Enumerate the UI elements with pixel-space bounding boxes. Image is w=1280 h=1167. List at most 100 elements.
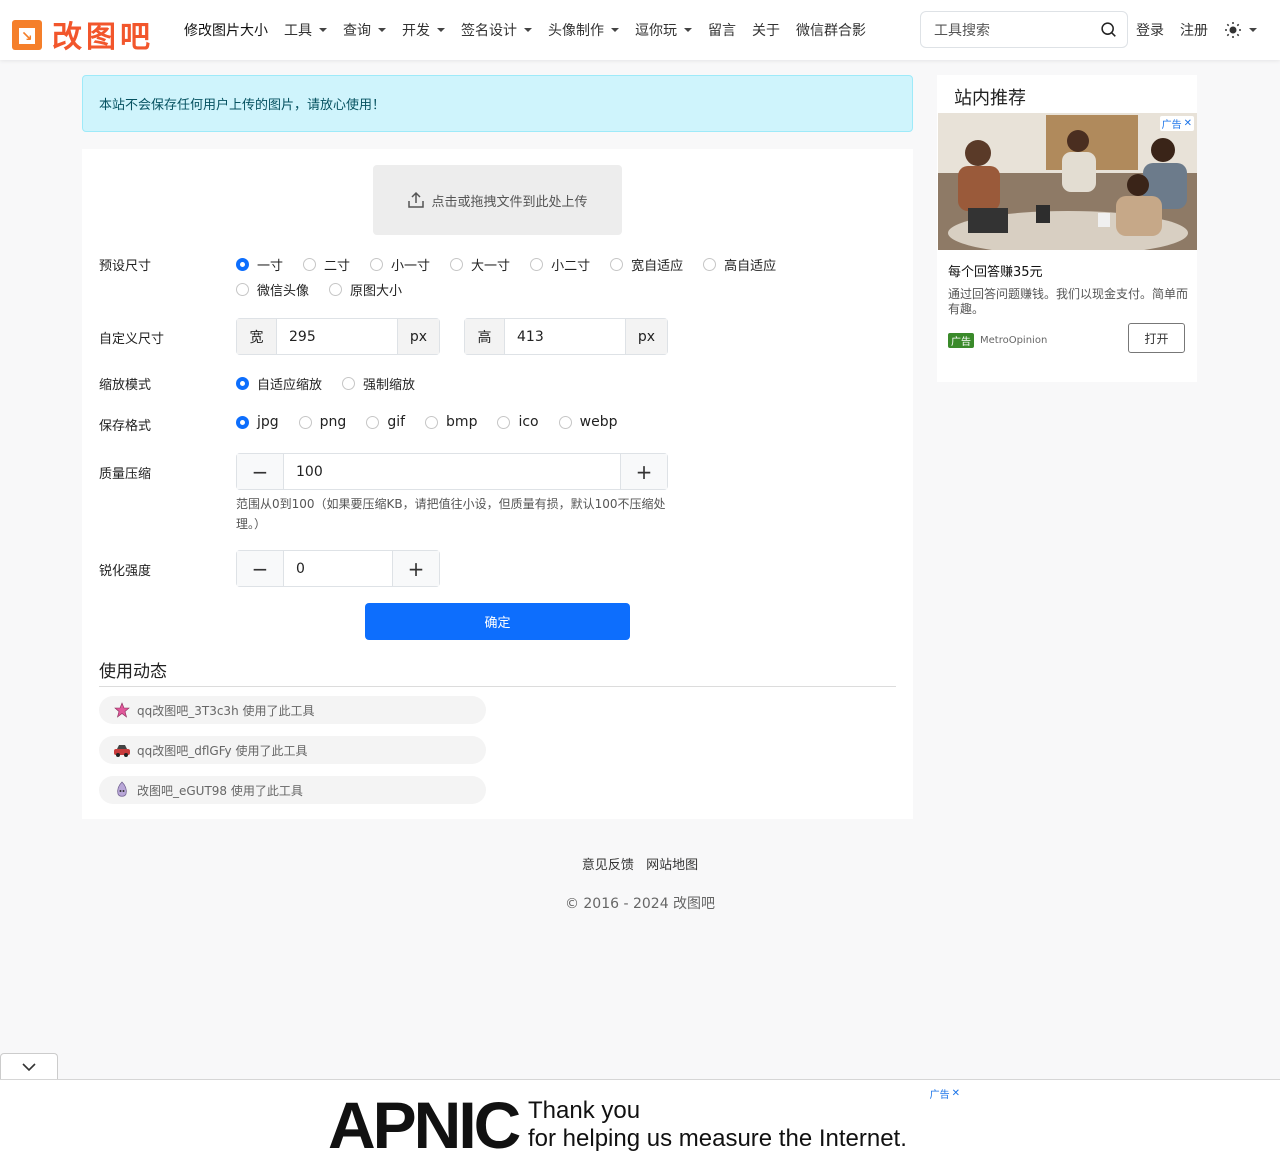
quality-decrement-button[interactable]: − (237, 454, 283, 489)
nav-item-message[interactable]: 留言 (708, 20, 736, 40)
nav-item-avatar[interactable]: 头像制作 (548, 20, 619, 40)
format-option-gif[interactable]: gif (366, 414, 405, 430)
quality-stepper: − 100 + (236, 453, 668, 490)
close-icon[interactable]: ✕ (952, 1088, 960, 1099)
logo-text: 改图吧 (52, 20, 154, 55)
sun-icon (1225, 22, 1241, 38)
format-option-jpg[interactable]: jpg (236, 414, 279, 430)
search-icon[interactable] (1100, 21, 1117, 38)
upload-dropzone[interactable]: 点击或拖拽文件到此处上传 (373, 165, 622, 235)
chevron-down-icon (319, 28, 327, 32)
width-input-group: 宽 295 px (236, 318, 440, 355)
format-option-ico[interactable]: ico (497, 414, 539, 430)
ad-open-button[interactable]: 打开 (1128, 323, 1185, 353)
divider (99, 686, 896, 687)
ad-badge[interactable]: 广告 ✕ (1159, 116, 1194, 131)
preset-option-small-2cun[interactable]: 小二寸 (530, 255, 590, 274)
radio-unchecked (366, 415, 380, 429)
radio-unchecked (497, 415, 511, 429)
ad-collapse-button[interactable] (0, 1053, 58, 1080)
save-format-label: 保存格式 (99, 419, 152, 434)
register-link[interactable]: 注册 (1180, 20, 1208, 40)
quality-hint: 范围从0到100（如果要压缩KB，请把值往小设，但质量有损，默认100不压缩处理… (236, 497, 666, 531)
preset-option-wechat-avatar[interactable]: 微信头像 (236, 280, 309, 299)
feedback-link[interactable]: 意见反馈 (582, 858, 634, 873)
radio-unchecked (425, 415, 439, 429)
copyright: © 2016 - 2024 改图吧 (564, 896, 716, 912)
format-option-webp[interactable]: webp (558, 414, 617, 430)
preset-option-2cun[interactable]: 二寸 (303, 255, 350, 274)
scale-option-adaptive[interactable]: 自适应缩放 (236, 374, 322, 393)
sharpen-increment-button[interactable]: + (393, 551, 439, 586)
nav-item-resize[interactable]: 修改图片大小 (184, 20, 268, 40)
width-input[interactable]: 295 (276, 319, 398, 354)
nav-item-dev[interactable]: 开发 (402, 20, 445, 40)
sharpen-label: 锐化强度 (99, 564, 152, 579)
nav-item-query[interactable]: 查询 (343, 20, 386, 40)
footer-links: 意见反馈 网站地图 (0, 854, 1280, 873)
sidebar-title: 站内推荐 (954, 88, 1026, 109)
width-prefix: 宽 (237, 319, 276, 354)
radio-unchecked (236, 283, 249, 296)
height-input[interactable]: 413 (504, 319, 626, 354)
preset-option-small-1cun[interactable]: 小一寸 (370, 255, 430, 274)
radio-unchecked (530, 258, 544, 271)
top-navbar: ↘ 改图吧 修改图片大小 工具 查询 开发 签名设计 头像制作 逗你玩 留言 关… (0, 0, 1280, 60)
ad-image[interactable]: 广告 ✕ (938, 113, 1197, 250)
tool-search-input[interactable]: 工具搜索 (920, 11, 1128, 48)
account-links: 登录 注册 (1136, 0, 1257, 60)
nav-item-signature[interactable]: 签名设计 (461, 20, 532, 40)
ad-badge[interactable]: 广告 ✕ (930, 1086, 960, 1101)
custom-size-label: 自定义尺寸 (99, 332, 165, 347)
sharpen-input[interactable]: 0 (283, 551, 393, 586)
scale-option-force[interactable]: 强制缩放 (342, 374, 415, 393)
recommend-sidebar: 站内推荐 广告 ✕ 每个回答赚35元 通过回答问题赚钱。我们以现金支付。简单而有趣… (937, 75, 1197, 382)
radio-unchecked (610, 258, 624, 271)
anchor-ad[interactable]: APNIC Thank you for helping us measure t… (318, 1085, 963, 1167)
radio-checked (236, 415, 249, 429)
site-logo[interactable]: ↘ 改图吧 (12, 12, 154, 56)
login-link[interactable]: 登录 (1136, 20, 1164, 40)
logo-icon: ↘ (12, 18, 42, 50)
nav-item-wechat-photo[interactable]: 微信群合影 (796, 20, 866, 40)
nav-item-about[interactable]: 关于 (752, 20, 780, 40)
quality-input[interactable]: 100 (283, 454, 621, 489)
format-option-bmp[interactable]: bmp (425, 414, 477, 430)
scale-mode-label: 缩放模式 (99, 378, 152, 393)
upload-icon (408, 191, 425, 208)
chevron-down-icon (524, 28, 532, 32)
activity-action: 使用了此工具 (235, 743, 308, 758)
radio-unchecked (329, 283, 343, 296)
chevron-down-icon (611, 28, 619, 32)
nav-item-tools[interactable]: 工具 (284, 20, 327, 40)
preset-option-original[interactable]: 原图大小 (329, 280, 402, 299)
activity-action: 使用了此工具 (242, 703, 315, 718)
sharpen-decrement-button[interactable]: − (237, 551, 283, 586)
close-icon[interactable]: ✕ (1184, 118, 1192, 129)
meeting-photo (938, 113, 1197, 250)
privacy-alert: 本站不会保存任何用户上传的图片，请放心使用！ (82, 75, 913, 132)
upload-label: 点击或拖拽文件到此处上传 (431, 194, 588, 210)
sitemap-link[interactable]: 网站地图 (646, 858, 698, 873)
sharpen-stepper: − 0 + (236, 550, 440, 587)
format-option-png[interactable]: png (298, 414, 346, 430)
preset-size-options-row2: 微信头像 原图大小 (236, 280, 422, 299)
confirm-button[interactable]: 确定 (365, 603, 630, 640)
car-icon (113, 741, 131, 759)
radio-checked (236, 258, 249, 271)
preset-option-width-auto[interactable]: 宽自适应 (610, 255, 683, 274)
nav-item-fun[interactable]: 逗你玩 (635, 20, 692, 40)
ad-description: 通过回答问题赚钱。我们以现金支付。简单而有趣。 (948, 287, 1189, 316)
activity-item: 改图吧_eGUT98 使用了此工具 (99, 776, 486, 804)
search-placeholder: 工具搜索 (934, 22, 990, 39)
preset-option-large-1cun[interactable]: 大一寸 (450, 255, 510, 274)
preset-option-height-auto[interactable]: 高自适应 (703, 255, 776, 274)
radio-unchecked (370, 258, 384, 271)
scale-mode-options: 自适应缩放 强制缩放 (236, 374, 435, 393)
preset-size-options: 一寸 二寸 小一寸 大一寸 小二寸 宽自适应 高自适应 (236, 255, 796, 274)
activity-user: 改图吧_eGUT98 (137, 783, 228, 798)
quality-increment-button[interactable]: + (621, 454, 667, 489)
theme-toggle[interactable] (1224, 21, 1257, 39)
preset-option-1cun[interactable]: 一寸 (236, 255, 283, 274)
ad-headline[interactable]: 每个回答赚35元 (948, 261, 1043, 280)
